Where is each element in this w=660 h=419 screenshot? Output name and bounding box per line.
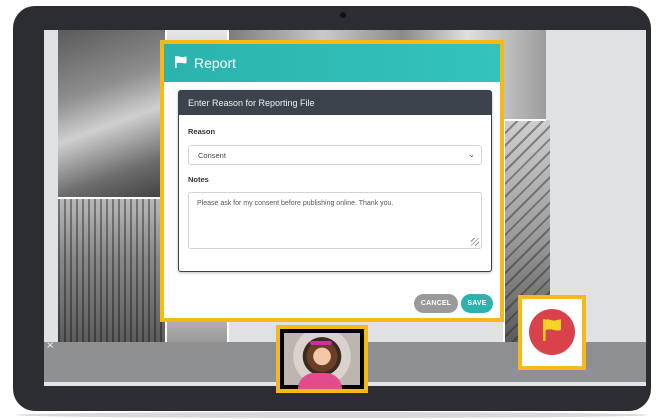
- notes-label: Notes: [188, 175, 209, 184]
- flag-icon: [174, 55, 194, 72]
- resize-handle[interactable]: [471, 238, 479, 246]
- chevron-down-icon: ⌄: [468, 150, 475, 159]
- notes-value: Please ask for my consent before publish…: [197, 200, 394, 207]
- selected-thumbnail[interactable]: [276, 325, 368, 393]
- report-button[interactable]: [529, 309, 575, 355]
- cancel-button[interactable]: CANCEL: [414, 294, 458, 313]
- close-icon[interactable]: ×: [46, 341, 56, 351]
- reason-select[interactable]: Consent ⌄: [188, 145, 482, 165]
- photo-tile[interactable]: [58, 198, 166, 342]
- reason-label: Reason: [188, 127, 216, 136]
- tablet-shadow: [16, 412, 648, 418]
- notes-textarea[interactable]: Please ask for my consent before publish…: [188, 192, 482, 249]
- modal-header: Report: [164, 44, 500, 82]
- modal-title: Report: [194, 55, 237, 71]
- thumbnail-photo-detail: [298, 373, 342, 389]
- save-button[interactable]: SAVE: [461, 294, 493, 313]
- reason-value: Consent: [198, 150, 226, 160]
- tile-divider: [58, 197, 166, 199]
- report-button-highlight: [518, 295, 586, 370]
- thumbnail-photo-detail: [310, 341, 332, 345]
- panel-title: Enter Reason for Reporting File: [179, 91, 491, 115]
- report-form-panel: Enter Reason for Reporting File Reason C…: [178, 90, 492, 272]
- photo-tile[interactable]: [58, 30, 166, 198]
- flag-icon: [540, 317, 564, 348]
- report-modal: Report Enter Reason for Reporting File R…: [160, 40, 504, 322]
- camera-icon: [340, 12, 346, 18]
